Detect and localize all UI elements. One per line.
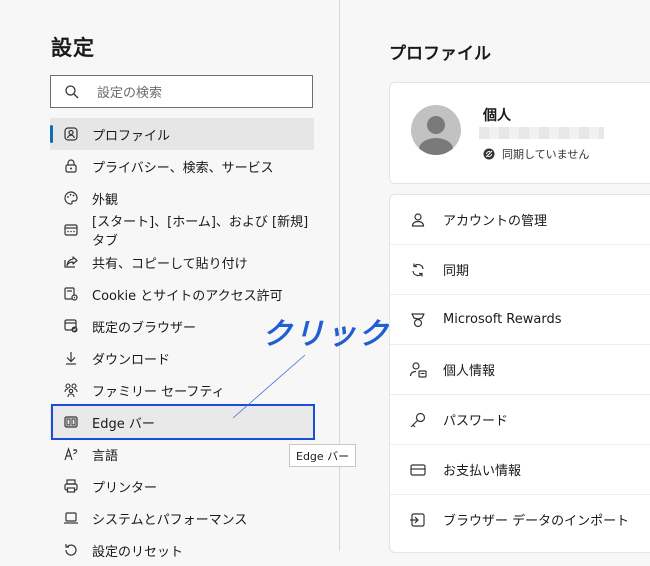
sidebar-item-label: [スタート]、[ホーム]、および [新規] タブ bbox=[92, 215, 309, 249]
pane-divider bbox=[339, 0, 340, 551]
sidebar-item-privacy[interactable]: プライバシー、検索、サービス bbox=[50, 150, 314, 182]
sidebar-title: 設定 bbox=[51, 36, 95, 60]
start-tab-icon bbox=[63, 222, 79, 238]
reset-icon bbox=[63, 542, 79, 558]
page-title: プロファイル bbox=[389, 44, 491, 64]
menu-item-manage-account[interactable]: アカウントの管理 bbox=[390, 195, 650, 245]
menu-item-payment-info[interactable]: お支払い情報 bbox=[390, 445, 650, 495]
click-annotation: クリック bbox=[262, 317, 390, 352]
sidebar-item-label: システムとパフォーマンス bbox=[92, 512, 248, 528]
sidebar-item-system-performance[interactable]: システムとパフォーマンス bbox=[50, 502, 314, 534]
sidebar-item-edge-bar[interactable]: Edge バー bbox=[50, 406, 314, 438]
menu-item-microsoft-rewards[interactable]: Microsoft Rewards bbox=[390, 295, 650, 345]
settings-search-input[interactable] bbox=[95, 81, 299, 105]
sidebar-item-share-copy-paste[interactable]: 共有、コピーして貼り付け bbox=[50, 246, 314, 278]
person-icon bbox=[409, 211, 427, 229]
sidebar-item-appearance[interactable]: 外観 bbox=[50, 182, 314, 214]
menu-item-label: お支払い情報 bbox=[443, 464, 522, 479]
menu-item-label: Microsoft Rewards bbox=[443, 312, 562, 327]
menu-item-passwords[interactable]: パスワード bbox=[390, 395, 650, 445]
lock-icon bbox=[63, 158, 79, 174]
sidebar-item-label: ダウンロード bbox=[92, 352, 171, 368]
printer-icon bbox=[63, 478, 79, 494]
menu-item-label: アカウントの管理 bbox=[443, 214, 548, 229]
sidebar-item-cookies-site-permissions[interactable]: Cookie とサイトのアクセス許可 bbox=[50, 278, 314, 310]
profile-card[interactable]: 個人 同期していません bbox=[389, 82, 650, 184]
edge-bar-icon bbox=[63, 414, 79, 430]
sidebar-item-label: Cookie とサイトのアクセス許可 bbox=[92, 288, 283, 304]
sidebar-item-label: 言語 bbox=[92, 448, 119, 464]
trophy-icon bbox=[409, 311, 427, 329]
default-browser-icon bbox=[63, 318, 79, 334]
import-icon bbox=[409, 511, 427, 529]
settings-search-box[interactable] bbox=[50, 75, 313, 108]
menu-item-sync[interactable]: 同期 bbox=[390, 245, 650, 295]
search-icon bbox=[64, 84, 80, 100]
person-silhouette-icon bbox=[419, 116, 453, 155]
laptop-icon bbox=[63, 510, 79, 526]
menu-item-label: 同期 bbox=[443, 264, 470, 279]
key-icon bbox=[409, 411, 427, 429]
sidebar-item-label: 設定のリセット bbox=[92, 544, 184, 560]
menu-item-label: パスワード bbox=[443, 414, 509, 429]
sidebar-item-family-safety[interactable]: ファミリー セーフティ bbox=[50, 374, 314, 406]
share-icon bbox=[63, 254, 79, 270]
sidebar-item-profile[interactable]: プロファイル bbox=[50, 118, 314, 150]
sidebar-item-printers[interactable]: プリンター bbox=[50, 470, 314, 502]
sync-off-icon bbox=[483, 148, 495, 160]
avatar bbox=[411, 105, 461, 155]
settings-sidebar: 設定 プロファイル プライバシー、検索、サービス 外観 [スタート]、[ホーム]… bbox=[0, 0, 339, 560]
sidebar-item-label: プロファイル bbox=[92, 128, 171, 144]
sidebar-item-start-home-newtab[interactable]: [スタート]、[ホーム]、および [新規] タブ bbox=[50, 214, 314, 249]
menu-item-import-browser-data[interactable]: ブラウザー データのインポート bbox=[390, 495, 650, 544]
sidebar-item-label: ファミリー セーフティ bbox=[92, 384, 225, 400]
sidebar-item-label: 共有、コピーして貼り付け bbox=[92, 256, 248, 272]
sidebar-item-label: プライバシー、検索、サービス bbox=[92, 160, 274, 176]
family-icon bbox=[63, 382, 79, 398]
sync-icon bbox=[409, 261, 427, 279]
profile-settings-list: アカウントの管理 同期 Microsoft Rewards 個人情報 パスワード… bbox=[389, 194, 650, 553]
sidebar-item-languages[interactable]: 言語 bbox=[50, 438, 314, 470]
sync-status: 同期していません bbox=[483, 146, 589, 162]
edge-bar-tooltip: Edge バー bbox=[289, 444, 357, 467]
sidebar-item-label: Edge バー bbox=[92, 416, 155, 432]
language-icon bbox=[63, 446, 79, 462]
profile-name: 個人 bbox=[483, 108, 511, 124]
sidebar-item-reset-settings[interactable]: 設定のリセット bbox=[50, 534, 314, 566]
menu-item-label: ブラウザー データのインポート bbox=[443, 514, 630, 529]
redacted-email bbox=[479, 127, 604, 139]
sidebar-item-label: 外観 bbox=[92, 192, 119, 208]
sync-status-text: 同期していません bbox=[502, 148, 590, 161]
palette-icon bbox=[63, 190, 79, 206]
sidebar-item-label: プリンター bbox=[92, 480, 158, 496]
download-icon bbox=[63, 350, 79, 366]
credit-card-icon bbox=[409, 461, 427, 479]
menu-item-label: 個人情報 bbox=[443, 364, 496, 379]
site-permissions-icon bbox=[63, 286, 79, 302]
person-info-icon bbox=[409, 361, 427, 379]
menu-item-personal-info[interactable]: 個人情報 bbox=[390, 345, 650, 395]
sidebar-item-label: 既定のブラウザー bbox=[92, 320, 197, 336]
profile-icon bbox=[63, 126, 79, 142]
